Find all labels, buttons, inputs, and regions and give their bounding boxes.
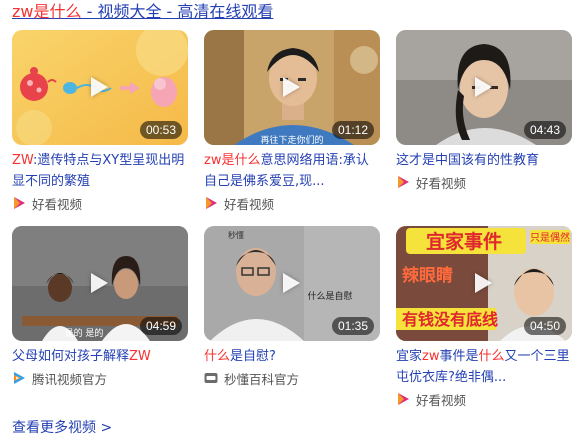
banner-text: 宜家事件 bbox=[426, 230, 502, 253]
page-title-suffix: - 视频大全 - 高清在线观看 bbox=[81, 2, 274, 21]
video-card-5[interactable]: 什么是自慰 秒懂 01:35 什么是自慰? 秒懂百科官方 bbox=[204, 226, 380, 387]
more-videos-link[interactable]: 查看更多视频 > bbox=[12, 418, 112, 438]
play-icon[interactable] bbox=[283, 273, 300, 293]
title-text: 宜家 bbox=[396, 349, 423, 364]
video-card-1[interactable]: 00:53 ZW:遗传特点与XY型呈现出明显不同的繁殖 好看视频 bbox=[12, 30, 188, 212]
video-source-4: 腾讯视频官方 bbox=[12, 369, 188, 387]
title-highlight: zw bbox=[422, 349, 440, 364]
watermark-text: 秒懂 bbox=[228, 230, 244, 240]
haokan-video-icon bbox=[206, 197, 217, 209]
haokan-video-icon bbox=[14, 197, 25, 209]
overlay-text: 辣眼睛 bbox=[402, 265, 453, 286]
video-source-5: 秒懂百科官方 bbox=[204, 369, 380, 387]
source-label: 好看视频 bbox=[416, 392, 467, 408]
play-icon[interactable] bbox=[475, 77, 492, 97]
video-card-4[interactable]: 是的 是的 04:59 父母如何对孩子解释ZW 腾讯视频官方 bbox=[12, 226, 188, 387]
video-thumbnail-6[interactable]: 宜家事件 只是偶然 辣眼睛 有钱没有底线 04:50 bbox=[396, 226, 572, 341]
title-text: 是自慰? bbox=[230, 349, 276, 364]
duration-badge: 01:12 bbox=[331, 121, 374, 139]
video-thumbnail-3[interactable]: 04:43 bbox=[396, 30, 572, 145]
video-title-1[interactable]: ZW:遗传特点与XY型呈现出明显不同的繁殖 bbox=[12, 150, 188, 192]
source-label: 好看视频 bbox=[416, 175, 467, 191]
duration-badge: 04:59 bbox=[139, 317, 182, 335]
duration-badge: 04:50 bbox=[523, 317, 566, 335]
video-card-3[interactable]: 04:43 这才是中国该有的性教育 好看视频 bbox=[396, 30, 572, 191]
play-icon[interactable] bbox=[91, 77, 108, 97]
page-title-query: zw是什么 bbox=[12, 2, 82, 21]
video-thumbnail-1[interactable]: 00:53 bbox=[12, 30, 188, 145]
video-title-4[interactable]: 父母如何对孩子解释ZW bbox=[12, 346, 188, 367]
video-title-6[interactable]: 宜家zw事件是什么又一个三里屯优衣库?绝非偶... bbox=[396, 346, 572, 388]
duration-badge: 00:53 bbox=[139, 121, 182, 139]
haokan-video-icon bbox=[398, 176, 409, 188]
play-icon[interactable] bbox=[283, 77, 300, 97]
haokan-video-icon bbox=[398, 393, 409, 405]
video-thumbnail-4[interactable]: 是的 是的 04:59 bbox=[12, 226, 188, 341]
video-title-3[interactable]: 这才是中国该有的性教育 bbox=[396, 150, 572, 171]
video-thumbnail-5[interactable]: 什么是自慰 秒懂 01:35 bbox=[204, 226, 380, 341]
duration-badge: 04:43 bbox=[523, 121, 566, 139]
video-source-2: 好看视频 bbox=[204, 194, 380, 212]
overlay-text: 有钱没有底线 bbox=[402, 310, 498, 329]
title-text: 这才是中国该有的性教育 bbox=[396, 153, 540, 168]
title-highlight: ZW bbox=[129, 349, 151, 364]
title-highlight: 什么 bbox=[204, 349, 231, 364]
corner-text: 只是偶然 bbox=[530, 231, 570, 244]
thumbnail-caption: 什么是自慰 bbox=[307, 290, 352, 302]
video-source-1: 好看视频 bbox=[12, 194, 188, 212]
play-icon[interactable] bbox=[475, 273, 492, 293]
subtitle-text: 是的 是的 bbox=[65, 327, 104, 339]
video-title-5[interactable]: 什么是自慰? bbox=[204, 346, 380, 367]
source-label: 腾讯视频官方 bbox=[32, 371, 108, 387]
source-label: 好看视频 bbox=[32, 196, 83, 212]
tencent-video-icon bbox=[14, 372, 25, 384]
video-card-6[interactable]: 宜家事件 只是偶然 辣眼睛 有钱没有底线 04:50 宜家zw事件是什么又一个三… bbox=[396, 226, 572, 408]
video-source-3: 好看视频 bbox=[396, 173, 572, 191]
video-source-6: 好看视频 bbox=[396, 390, 572, 408]
play-icon[interactable] bbox=[91, 273, 108, 293]
miaodong-baike-icon bbox=[204, 373, 218, 383]
video-title-2[interactable]: zw是什么意思网络用语:承认自己是佛系爱豆,现... bbox=[204, 150, 380, 192]
source-label: 好看视频 bbox=[224, 196, 275, 212]
source-label: 秒懂百科官方 bbox=[224, 371, 300, 387]
video-thumbnail-2[interactable]: 再往下走你们的 01:12 bbox=[204, 30, 380, 145]
title-highlight: 什么 bbox=[478, 349, 505, 364]
page-title-link[interactable]: zw是什么 - 视频大全 - 高清在线观看 bbox=[12, 2, 273, 22]
title-highlight: zw是什么 bbox=[204, 153, 261, 168]
title-text: :遗传特点与XY型呈现出明显不同的繁殖 bbox=[12, 153, 185, 189]
title-text: 父母如何对孩子解释 bbox=[12, 349, 130, 364]
title-highlight: ZW bbox=[12, 153, 33, 168]
subtitle-text: 再往下走你们的 bbox=[260, 134, 323, 145]
video-card-2[interactable]: 再往下走你们的 01:12 zw是什么意思网络用语:承认自己是佛系爱豆,现...… bbox=[204, 30, 380, 212]
title-text: 事件是 bbox=[439, 349, 479, 364]
duration-badge: 01:35 bbox=[331, 317, 374, 335]
